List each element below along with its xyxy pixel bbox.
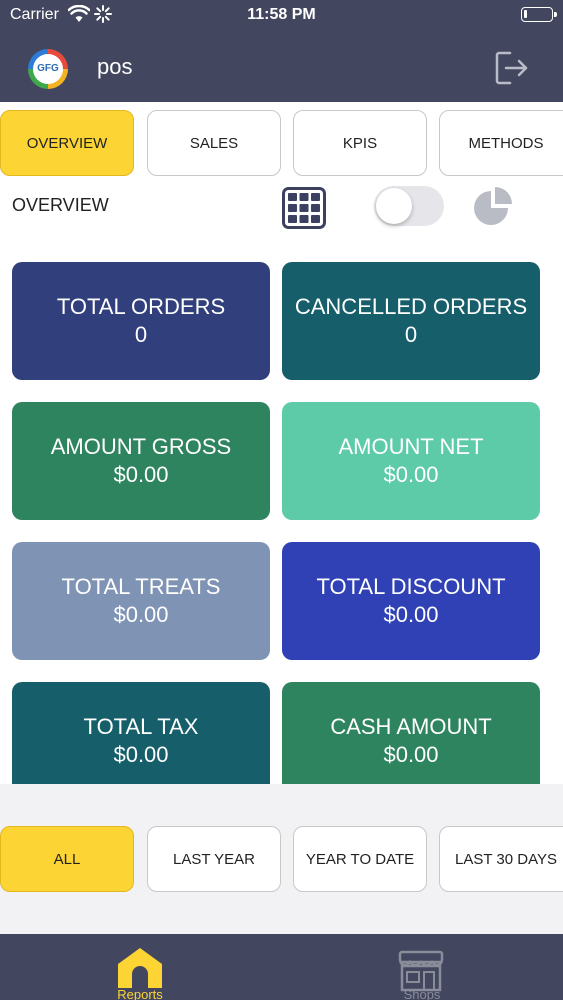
nav-shops[interactable]: Shops: [352, 934, 492, 1000]
card-value: 0: [134, 322, 148, 347]
card-label: TOTAL TREATS: [61, 574, 221, 599]
nav-reports[interactable]: Reports: [70, 934, 210, 1000]
card-label: TOTAL ORDERS: [56, 294, 226, 319]
view-toggle[interactable]: [374, 186, 444, 226]
card-label: AMOUNT NET: [338, 434, 484, 459]
card-amount-gross[interactable]: AMOUNT GROSS $0.00: [12, 402, 270, 520]
card-value: 0: [404, 322, 418, 347]
card-label: CASH AMOUNT: [330, 714, 492, 739]
card-value: $0.00: [383, 602, 439, 627]
card-cash-amount[interactable]: CASH AMOUNT $0.00: [282, 682, 540, 784]
card-label: TOTAL TAX: [83, 714, 199, 739]
filter-year-to-date[interactable]: YEAR TO DATE: [293, 826, 427, 892]
tab-overview[interactable]: OVERVIEW: [0, 110, 134, 176]
card-label: TOTAL DISCOUNT: [316, 574, 506, 599]
filter-all[interactable]: ALL: [0, 826, 134, 892]
filter-last-30-days[interactable]: LAST 30 DAYS: [439, 826, 563, 892]
grid-view-icon[interactable]: [282, 187, 326, 229]
tab-methods[interactable]: METHODS: [439, 110, 563, 176]
bottom-navigation: Reports Shops: [0, 934, 563, 1000]
card-value: $0.00: [113, 742, 169, 767]
logout-icon[interactable]: [494, 50, 530, 86]
section-title: OVERVIEW: [12, 195, 109, 215]
pie-chart-icon[interactable]: [471, 186, 515, 228]
card-value: $0.00: [113, 602, 169, 627]
battery-icon: [521, 7, 557, 22]
filter-last-year[interactable]: LAST YEAR: [147, 826, 281, 892]
card-value: $0.00: [383, 462, 439, 487]
card-total-discount[interactable]: TOTAL DISCOUNT $0.00: [282, 542, 540, 660]
card-total-tax[interactable]: TOTAL TAX $0.00: [12, 682, 270, 784]
home-icon: [118, 948, 162, 988]
card-total-treats[interactable]: TOTAL TREATS $0.00: [12, 542, 270, 660]
card-cancelled-orders[interactable]: CANCELLED ORDERS 0: [282, 262, 540, 380]
card-value: $0.00: [113, 462, 169, 487]
shop-icon: [398, 950, 444, 992]
logo-text: GFG: [33, 54, 63, 84]
page-title: pos: [97, 54, 133, 79]
date-filters: ALL LAST YEAR YEAR TO DATE LAST 30 DAYS: [0, 784, 563, 934]
card-value: $0.00: [383, 742, 439, 767]
section-header: OVERVIEW: [0, 182, 563, 242]
clock: 11:58 PM: [247, 6, 316, 23]
report-tabs: OVERVIEW SALES KPIS METHODS: [0, 102, 563, 182]
nav-label: Shops: [403, 987, 441, 1000]
tab-sales[interactable]: SALES: [147, 110, 281, 176]
card-label: CANCELLED ORDERS: [294, 294, 528, 319]
status-bar: Carrier 11:58 PM: [0, 0, 563, 32]
summary-cards: TOTAL ORDERS 0 CANCELLED ORDERS 0 AMOUNT…: [0, 242, 563, 784]
toggle-knob: [376, 188, 412, 224]
nav-label: Reports: [117, 987, 163, 1000]
card-total-orders[interactable]: TOTAL ORDERS 0: [12, 262, 270, 380]
app-header: GFG pos: [0, 32, 563, 102]
tab-kpis[interactable]: KPIS: [293, 110, 427, 176]
card-label: AMOUNT GROSS: [50, 434, 232, 459]
card-amount-net[interactable]: AMOUNT NET $0.00: [282, 402, 540, 520]
app-logo: GFG: [28, 49, 68, 89]
